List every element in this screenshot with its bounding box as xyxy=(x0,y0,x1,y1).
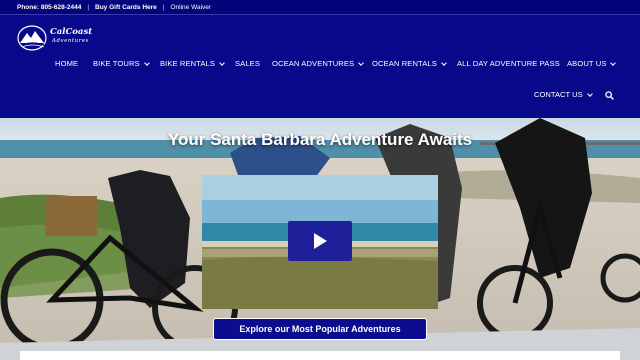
content-section-top xyxy=(20,351,620,360)
chevron-down-icon xyxy=(358,59,365,66)
hero-video-player[interactable] xyxy=(202,175,438,309)
search-icon[interactable] xyxy=(605,91,614,100)
hero-section: Your Santa Barbara Adventure Awaits Expl… xyxy=(0,118,640,360)
main-nav-row2: CONTACT US xyxy=(0,90,640,106)
logo-text-line1: CalCoast xyxy=(50,27,93,37)
nav-item-label: BIKE TOURS xyxy=(93,59,140,68)
nav-item-bike-tours[interactable]: BIKE TOURS xyxy=(93,59,150,68)
nav-item-label: OCEAN ADVENTURES xyxy=(272,59,355,68)
play-icon xyxy=(314,233,327,249)
explore-adventures-button[interactable]: Explore our Most Popular Adventures xyxy=(213,318,427,340)
nav-item-about-us[interactable]: ABOUT US xyxy=(567,59,617,68)
site-header: CalCoast Adventures HOME BIKE TOURS BIKE… xyxy=(0,15,640,118)
nav-item-contact-us[interactable]: CONTACT US xyxy=(534,90,593,99)
chevron-down-icon xyxy=(441,59,447,66)
chevron-down-icon xyxy=(219,59,225,66)
nav-item-label: BIKE RENTALS xyxy=(160,59,216,68)
top-utility-bar: Phone: 805-628-2444 | Buy Gift Cards Her… xyxy=(0,0,640,15)
online-waiver-link[interactable]: Online Waiver xyxy=(171,4,212,11)
phone-link[interactable]: Phone: 805-628-2444 xyxy=(17,4,81,11)
site-logo[interactable]: CalCoast Adventures xyxy=(16,23,98,53)
nav-item-bike-rentals[interactable]: BIKE RENTALS xyxy=(160,59,225,68)
nav-item-home[interactable]: HOME xyxy=(55,59,78,68)
logo-text-line2: Adventures xyxy=(52,38,89,44)
nav-item-label: OCEAN RENTALS xyxy=(372,59,437,68)
separator: | xyxy=(87,3,90,11)
main-nav: HOME BIKE TOURS BIKE RENTALS SALES OCEAN… xyxy=(0,59,640,75)
nav-item-label: ABOUT US xyxy=(567,59,607,68)
chevron-down-icon xyxy=(143,59,150,66)
nav-item-label: ALL DAY ADVENTURE PASS xyxy=(457,59,560,68)
gift-cards-link[interactable]: Buy Gift Cards Here xyxy=(95,4,157,11)
nav-item-label: HOME xyxy=(55,59,79,68)
play-button[interactable] xyxy=(288,221,352,261)
separator: | xyxy=(162,3,165,11)
hero-title: Your Santa Barbara Adventure Awaits xyxy=(167,130,473,149)
chevron-down-icon xyxy=(610,59,617,66)
nav-item-sales[interactable]: SALES xyxy=(235,59,260,68)
chevron-down-icon xyxy=(586,90,593,97)
nav-item-ocean-adventures[interactable]: OCEAN ADVENTURES xyxy=(272,59,365,68)
nav-item-all-day-adventure-pass[interactable]: ALL DAY ADVENTURE PASS xyxy=(457,59,560,68)
nav-item-ocean-rentals[interactable]: OCEAN RENTALS xyxy=(372,59,447,68)
nav-item-label: SALES xyxy=(235,59,260,68)
nav-item-label: CONTACT US xyxy=(534,90,583,99)
